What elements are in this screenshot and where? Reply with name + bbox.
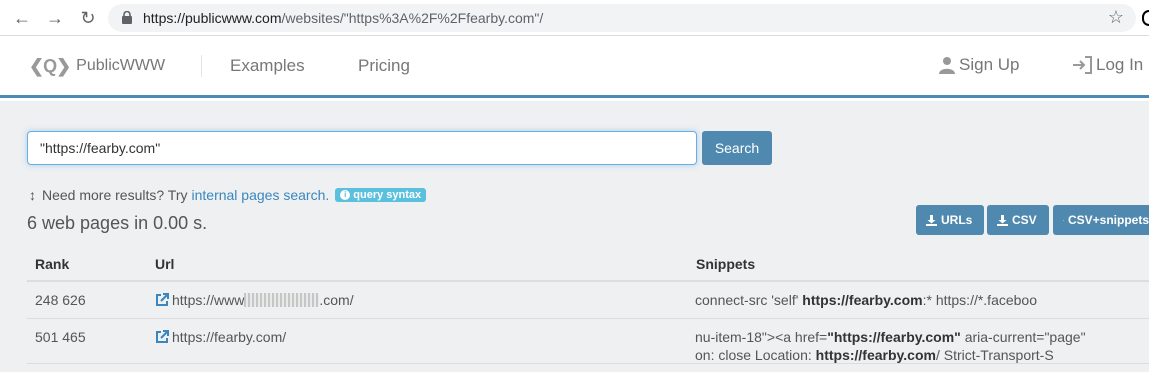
rank-cell: 501 465: [35, 329, 86, 345]
nav-pricing[interactable]: Pricing: [358, 56, 410, 76]
address-bar[interactable]: https://publicwww.com/websites/"https%3A…: [108, 4, 1136, 32]
more-results-text: Need more results? Try: [42, 187, 188, 203]
url-text: https://fearby.com/: [172, 329, 287, 345]
profile-icon[interactable]: [1142, 10, 1149, 26]
url-cell[interactable]: https://fearby.com/: [155, 329, 286, 345]
snippet-line-2: on: close Location: https://fearby.com/ …: [695, 347, 1054, 363]
snippet-line-1: nu-item-18"><a href="https://fearby.com"…: [695, 329, 1086, 345]
logo-text: PublicWWW: [76, 57, 166, 74]
download-icon: [1063, 219, 1064, 221]
header-url: Url: [155, 256, 175, 272]
lock-icon: [122, 11, 132, 24]
log-in-link[interactable]: Log In: [1073, 55, 1143, 75]
search-button[interactable]: Search: [702, 131, 772, 165]
bookmark-star-icon[interactable]: ☆: [1108, 7, 1124, 28]
download-icon: [997, 214, 1008, 226]
result-count: 6 web pages in 0.00 s.: [27, 213, 208, 233]
site-header: ❮Q❯ PublicWWW Examples Pricing Sign Up L…: [0, 37, 1149, 98]
back-arrow-icon[interactable]: ←: [12, 8, 32, 28]
redacted-domain: [244, 293, 320, 307]
more-results-line: ↕ Need more results? Try internal pages …: [29, 187, 427, 203]
snippet-text: / Strict-Transport-S: [935, 347, 1054, 363]
download-csv-snippets-label: CSV+snippets: [1067, 213, 1149, 227]
browser-toolbar: ← → ↻ https://publicwww.com/websites/"ht…: [0, 0, 1149, 36]
download-csv-label: CSV: [1012, 213, 1037, 227]
search-input[interactable]: "https://fearby.com": [27, 131, 697, 165]
query-syntax-badge[interactable]: i query syntax: [335, 188, 427, 202]
external-link-icon[interactable]: [155, 293, 169, 307]
sign-up-link[interactable]: Sign Up: [938, 55, 1019, 75]
url-text: https://publicwww.com/websites/"https%3A…: [143, 10, 543, 26]
snippet-match: "https://fearby.com": [827, 329, 961, 345]
info-icon: i: [340, 190, 351, 200]
log-in-icon: [1073, 56, 1092, 74]
table-header: Rank Url Snippets: [27, 246, 1149, 282]
snippet-text: connect-src 'self': [695, 292, 803, 308]
log-in-label: Log In: [1096, 55, 1144, 74]
vertical-arrows-icon: ↕: [29, 187, 36, 203]
snippet-text: nu-item-18"><a href=: [695, 329, 828, 345]
snippet-text: aria-current="page": [960, 329, 1086, 345]
download-csv-snippets-button[interactable]: CSV+snippets: [1053, 205, 1149, 235]
external-link-icon[interactable]: [155, 330, 169, 344]
snippet-text: :* https://*.faceboo: [922, 292, 1037, 308]
table-row: 501 465 https://fearby.com/ nu-item-18">…: [27, 319, 1149, 364]
results-table: Rank Url Snippets 248 626 https://www .co…: [27, 246, 1149, 364]
url-suffix: .com/: [319, 292, 354, 308]
logo[interactable]: ❮Q❯ PublicWWW: [29, 55, 165, 77]
main-content: "https://fearby.com" Search ↕ Need more …: [0, 101, 1149, 372]
url-path: /websites/"https%3A%2F%2Ffearby.com"/: [281, 10, 544, 26]
logo-mark-icon: ❮Q❯: [29, 55, 71, 76]
snippet-match: https://fearby.com: [815, 347, 936, 363]
table-row: 248 626 https://www .com/ connect-src 'se…: [27, 282, 1149, 319]
url-prefix: https://www: [172, 292, 245, 308]
header-snippets: Snippets: [696, 256, 756, 272]
download-urls-label: URLs: [941, 213, 973, 227]
header-rank: Rank: [35, 256, 70, 272]
internal-pages-search-link[interactable]: internal pages search.: [192, 187, 330, 203]
snippet-cell: connect-src 'self' https://fearby.com:* …: [695, 292, 1037, 308]
forward-arrow-icon[interactable]: →: [45, 8, 65, 28]
reload-icon[interactable]: ↻: [78, 8, 98, 28]
sign-up-label: Sign Up: [959, 55, 1020, 74]
download-csv-button[interactable]: CSV: [987, 205, 1049, 235]
nav-divider: [201, 55, 202, 77]
download-icon: [926, 214, 937, 226]
snippet-match: https://fearby.com: [802, 292, 923, 308]
url-host: https://publicwww.com: [143, 10, 282, 26]
url-cell[interactable]: https://www .com/: [155, 292, 354, 308]
snippet-text: on: close Location:: [695, 347, 816, 363]
query-syntax-label: query syntax: [353, 189, 422, 201]
rank-cell: 248 626: [35, 292, 86, 308]
nav-examples[interactable]: Examples: [230, 56, 305, 76]
download-urls-button[interactable]: URLs: [916, 205, 984, 235]
user-icon: [939, 57, 955, 74]
